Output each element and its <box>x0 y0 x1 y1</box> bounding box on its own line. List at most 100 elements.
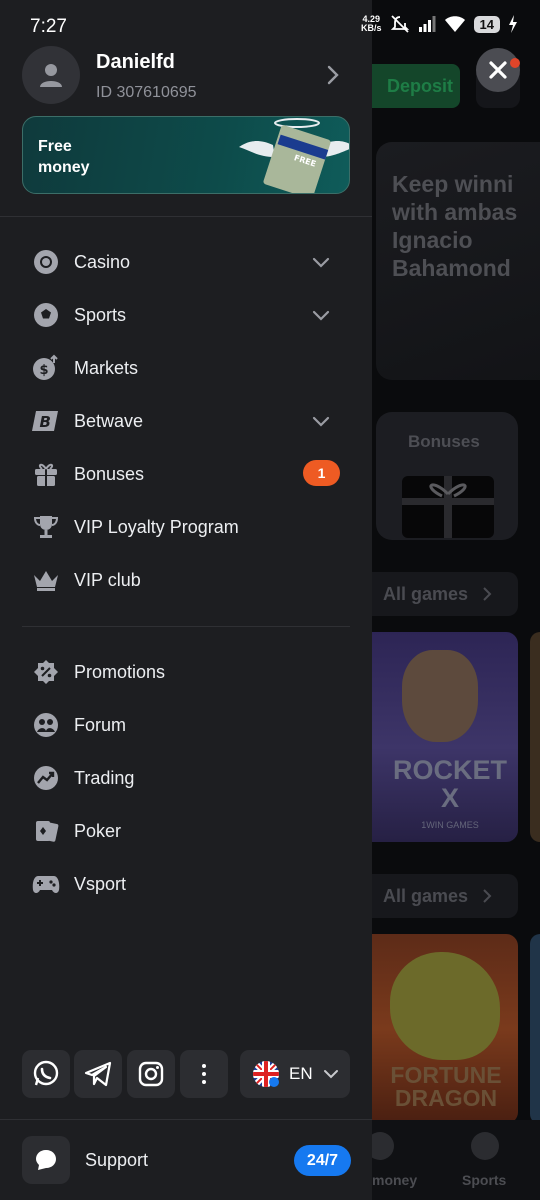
instagram-button[interactable] <box>127 1050 175 1098</box>
side-drawer: Danielfd ID 307610695 Free money FREE Ca… <box>0 0 372 1200</box>
menu-item-vip-loyalty[interactable]: VIP Loyalty Program <box>22 504 350 550</box>
menu-label: Bonuses <box>74 464 145 484</box>
forum-icon <box>32 711 60 739</box>
bonus-count-badge: 1 <box>303 460 340 486</box>
support-button[interactable] <box>22 1136 70 1184</box>
profile-row[interactable]: Danielfd ID 307610695 <box>22 46 352 106</box>
trading-chart-icon <box>32 764 60 792</box>
chevron-down-icon <box>323 1070 338 1079</box>
mute-icon <box>390 15 409 33</box>
betwave-b-icon: B <box>32 407 60 435</box>
menu-label: Vsport <box>74 874 127 894</box>
network-speed: 4.29 KB/s <box>361 14 382 33</box>
menu-item-vip-club[interactable]: VIP club <box>22 557 350 603</box>
chevron-down-icon[interactable] <box>310 304 332 326</box>
menu-item-casino[interactable]: Casino <box>22 239 350 285</box>
charging-icon <box>509 15 517 33</box>
dollar-up-icon: $ <box>32 354 60 382</box>
telegram-icon <box>84 1061 112 1087</box>
chevron-down-icon[interactable] <box>310 410 332 432</box>
more-icon <box>202 1064 206 1084</box>
status-bar: 7:27 4.29 KB/s 14 <box>0 0 540 54</box>
free-money-banner[interactable]: Free money FREE <box>22 116 350 194</box>
flying-money-icon: FREE <box>239 118 349 193</box>
divider <box>0 1119 372 1120</box>
percent-badge-icon <box>32 658 60 686</box>
soccer-ball-icon <box>32 301 60 329</box>
nav-sports-label: Sports <box>462 1172 507 1188</box>
menu-label: Sports <box>74 305 127 325</box>
status-time: 7:27 <box>30 16 67 37</box>
divider <box>0 216 372 217</box>
more-button[interactable] <box>180 1050 228 1098</box>
casino-chip-icon <box>32 248 60 276</box>
close-menu-button[interactable] <box>476 48 520 92</box>
promo-text: Keep winni with ambas Ignacio Bahamond <box>392 171 518 281</box>
chat-bubble-icon <box>36 1150 56 1170</box>
rocket-x-game-card: ROCKET X 1WIN GAMES <box>372 632 518 842</box>
language-code: EN <box>289 1064 313 1083</box>
svg-text:B: B <box>40 413 51 431</box>
gift-box-image <box>402 476 494 538</box>
signal-icon <box>418 16 436 32</box>
fortune-dragon-game-card: FORTUNE DRAGON <box>372 934 518 1124</box>
menu-item-vsport[interactable]: Vsport <box>22 861 350 907</box>
menu-item-poker[interactable]: Poker <box>22 808 350 854</box>
background-app: Deposit Keep winni with ambas Ignacio Ba… <box>372 0 540 1200</box>
support-label[interactable]: Support <box>85 1150 148 1171</box>
menu-label: VIP Loyalty Program <box>74 517 239 537</box>
instagram-icon <box>138 1061 164 1087</box>
nav-money-label: money <box>372 1172 418 1188</box>
menu-item-forum[interactable]: Forum <box>22 702 350 748</box>
uk-flag-icon <box>253 1061 279 1087</box>
gift-icon <box>32 460 60 488</box>
menu-item-bonuses[interactable]: Bonuses 1 <box>22 451 350 497</box>
notification-dot <box>510 58 520 68</box>
gamepad-icon <box>32 870 60 898</box>
wifi-icon <box>444 16 465 32</box>
user-id: ID 307610695 <box>96 84 197 101</box>
menu-label: VIP club <box>74 570 141 590</box>
chevron-right-icon <box>327 65 339 85</box>
chevron-down-icon[interactable] <box>310 251 332 273</box>
telegram-button[interactable] <box>74 1050 122 1098</box>
dragon-image <box>390 952 500 1060</box>
support-24-7-badge: 24/7 <box>294 1145 351 1176</box>
menu-item-promotions[interactable]: Promotions <box>22 649 350 695</box>
game-title: FORTUNE DRAGON <box>390 1062 502 1111</box>
free-money-text: Free money <box>38 138 90 176</box>
bonus-card-title: Bonuses <box>408 432 480 451</box>
menu-item-betwave[interactable]: B Betwave <box>22 398 350 444</box>
menu-item-trading[interactable]: Trading <box>22 755 350 801</box>
game-title: ROCKET X <box>393 755 507 813</box>
svg-text:$: $ <box>40 363 49 378</box>
username: Danielfd <box>96 51 175 73</box>
next-game-card <box>530 632 540 842</box>
menu-label: Trading <box>74 768 135 788</box>
menu-item-sports[interactable]: Sports <box>22 292 350 338</box>
menu-item-markets[interactable]: $ Markets <box>22 345 350 391</box>
menu-label: Markets <box>74 358 139 378</box>
game-provider: 1WIN GAMES <box>421 820 479 830</box>
whatsapp-icon <box>33 1060 59 1086</box>
whatsapp-button[interactable] <box>22 1050 70 1098</box>
language-selector[interactable]: EN <box>240 1050 350 1098</box>
menu-label: Poker <box>74 821 122 841</box>
all-games-button-1: All games <box>372 572 518 616</box>
user-icon <box>40 64 62 87</box>
sports-nav-icon <box>471 1132 499 1160</box>
bottom-nav: money Sports <box>372 1120 540 1200</box>
trophy-icon <box>32 513 60 541</box>
battery-icon: 14 <box>473 15 500 33</box>
close-icon <box>489 61 507 79</box>
money-nav-icon <box>372 1132 394 1160</box>
next-game-card <box>530 934 540 1124</box>
game-character-image <box>402 650 478 742</box>
divider <box>22 626 350 627</box>
deposit-button: Deposit <box>372 64 460 108</box>
poker-cards-icon <box>32 817 60 845</box>
all-games-button-2: All games <box>372 874 518 918</box>
menu-label: Promotions <box>74 662 166 682</box>
crown-icon <box>32 566 60 594</box>
avatar <box>22 46 80 104</box>
